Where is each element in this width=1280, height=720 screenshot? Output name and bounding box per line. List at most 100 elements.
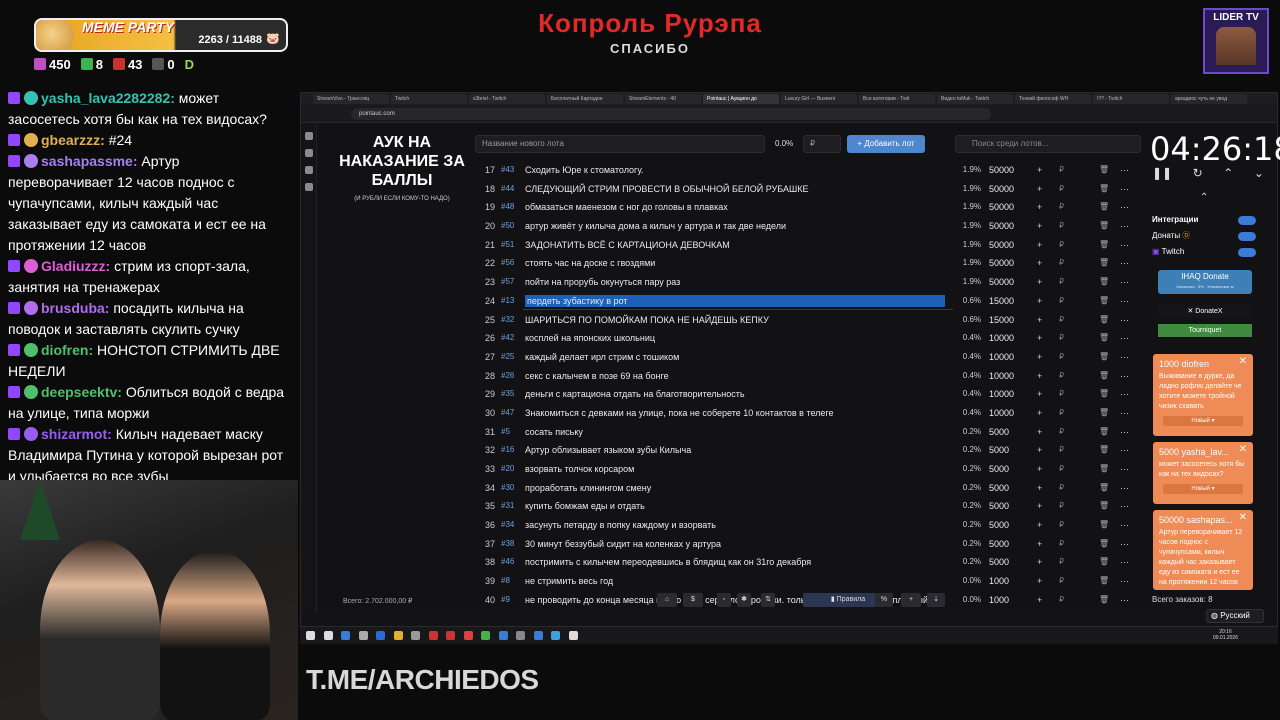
trash-icon[interactable]: 🗑	[1099, 423, 1109, 442]
plus-icon[interactable]: +	[1037, 497, 1042, 516]
lot-amount[interactable]: 5000	[989, 553, 1009, 572]
lot-search-input[interactable]: Поиск среди лотов...	[955, 135, 1141, 153]
browser-tab[interactable]: Luxury Girl — Buseeni	[781, 94, 857, 104]
lot-name-input[interactable]: пойти на прорубь окунуться пару раз	[525, 273, 945, 292]
lot-amount[interactable]: 5000	[989, 516, 1009, 535]
chat-username[interactable]: gbearzzz:	[41, 132, 105, 148]
browser-tab[interactable]: StreamElements - 40	[625, 94, 701, 104]
plus-icon[interactable]: +	[1037, 198, 1042, 217]
lot-amount[interactable]: 10000	[989, 348, 1014, 367]
more-icon[interactable]: ⋯	[1120, 348, 1129, 367]
lot-amount[interactable]: 10000	[989, 329, 1014, 348]
plus-icon[interactable]: +	[901, 593, 921, 607]
more-icon[interactable]: ⋯	[1120, 553, 1129, 572]
lot-name-input[interactable]: Артур облизывает языком зубы Килыча	[525, 441, 945, 460]
github-icon[interactable]: ⌂	[657, 593, 677, 607]
lot-row[interactable]: 24 #13 пердеть зубастику в рот 0.6% 15000 + ₽ 🗑…	[477, 292, 1143, 311]
collapse-icon[interactable]: ⌃	[1200, 192, 1208, 203]
trash-icon[interactable]: 🗑	[1099, 180, 1109, 199]
taskbar-app-icon[interactable]	[568, 631, 578, 640]
lot-amount[interactable]: 5000	[989, 497, 1009, 516]
plus-icon[interactable]: +	[1037, 236, 1042, 255]
lot-amount[interactable]: 10000	[989, 404, 1014, 423]
more-icon[interactable]: ⋯	[1120, 292, 1129, 311]
lot-name-input[interactable]: артур живёт у килыча дома а килыч у арту…	[525, 217, 945, 236]
save-icon[interactable]: ▫	[717, 593, 731, 607]
more-icon[interactable]: ⋯	[1120, 217, 1129, 236]
chat-username[interactable]: sashapassme:	[41, 153, 138, 169]
more-icon[interactable]: ⋯	[1120, 404, 1129, 423]
lot-row[interactable]: 37 #38 30 минут беззубый сидит на коленках…	[477, 535, 1143, 554]
lot-row[interactable]: 33 #20 взорвать толчок корсаром 0.2% 5000 + ₽ 🗑…	[477, 460, 1143, 479]
lot-amount[interactable]: 50000	[989, 161, 1014, 180]
lot-amount[interactable]: 5000	[989, 423, 1009, 442]
trash-icon[interactable]: 🗑	[1099, 404, 1109, 423]
trash-icon[interactable]: 🗑	[1099, 516, 1109, 535]
lot-name-input[interactable]: купить бомжам еды и отдать	[525, 497, 945, 516]
plus-icon[interactable]: +	[1037, 311, 1042, 330]
lot-row[interactable]: 17 #43 Сходить Юре к стоматологу. 1.9% 50000…	[477, 161, 1143, 180]
plus-icon[interactable]: +	[1037, 217, 1042, 236]
settings-icon[interactable]	[304, 149, 313, 157]
browser-tab[interactable]: Бесплатный Картадон	[547, 94, 623, 104]
more-icon[interactable]: ⋯	[1120, 180, 1129, 199]
lot-amount[interactable]: 50000	[989, 198, 1014, 217]
donation-card[interactable]: 5000 yasha_lav... ✕ может засосетесь хот…	[1153, 442, 1253, 504]
more-icon[interactable]: ⋯	[1120, 497, 1129, 516]
donation-card[interactable]: 50000 sashapas... ✕ Артур переворачивает…	[1153, 510, 1253, 590]
lot-row[interactable]: 19 #48 обмазаться маенезом с ног до головы…	[477, 198, 1143, 217]
browser-tab[interactable]: Все категории - Twit	[859, 94, 935, 104]
chat-username[interactable]: Gladiuzzz:	[41, 258, 110, 274]
plus-icon[interactable]: +	[1037, 254, 1042, 273]
lot-name-input[interactable]: стоять час на доске с гвоздями	[525, 254, 945, 273]
language-select[interactable]: ◍ Русский	[1206, 609, 1264, 623]
lot-name-input[interactable]: ШАРИТЬСЯ ПО ПОМОЙКАМ ПОКА НЕ НАЙДЕШЬ КЕП…	[525, 311, 945, 330]
trash-icon[interactable]: 🗑	[1099, 460, 1109, 479]
lot-amount[interactable]: 50000	[989, 273, 1014, 292]
lot-name-input[interactable]: взорвать толчок корсаром	[525, 460, 945, 479]
more-icon[interactable]: ⋯	[1120, 198, 1129, 217]
wheel-icon[interactable]: ✱	[737, 593, 751, 607]
trash-icon[interactable]: 🗑	[1099, 217, 1109, 236]
plus-icon[interactable]: +	[1037, 385, 1042, 404]
url-field[interactable]: pointauc.com	[351, 108, 991, 120]
taskbar-app-icon[interactable]	[463, 631, 473, 640]
lot-name-input[interactable]: косплей на японских школьниц	[525, 329, 945, 348]
lot-row[interactable]: 30 #47 Знакомиться с девками на улице, пок…	[477, 404, 1143, 423]
taskbar-app-icon[interactable]	[533, 631, 543, 640]
lot-amount[interactable]: 50000	[989, 217, 1014, 236]
integrations-toggle[interactable]: Интеграции	[1152, 212, 1258, 228]
pause-icon[interactable]: ❚❚	[1152, 166, 1172, 180]
lot-amount[interactable]: 10000	[989, 367, 1014, 386]
taskbar-app-icon[interactable]	[323, 631, 333, 640]
lot-name-input[interactable]: деньги с картациона отдать на благотвори…	[525, 385, 945, 404]
sidebar-icon[interactable]	[304, 132, 313, 140]
close-icon[interactable]: ✕	[1239, 357, 1247, 367]
lot-row[interactable]: 36 #34 засунуть петарду в попку каждому и …	[477, 516, 1143, 535]
lot-row[interactable]: 38 #46 постримить с килычем переодевшись в…	[477, 553, 1143, 572]
lot-name-input[interactable]: обмазаться маенезом с ног до головы в пл…	[525, 198, 945, 217]
taskbar-app-icon[interactable]	[446, 631, 455, 640]
trash-icon[interactable]: 🗑	[1099, 348, 1109, 367]
lot-row[interactable]: 39 #8 не стримить весь год 0.0% 1000 + ₽ 🗑 ⋯	[477, 572, 1143, 591]
lot-amount[interactable]: 50000	[989, 236, 1014, 255]
more-icon[interactable]: ⋯	[1120, 236, 1129, 255]
lot-row[interactable]: 31 #5 сосать письку 0.2% 5000 + ₽ 🗑 ⋯	[477, 423, 1143, 442]
decrease-icon[interactable]: ⌃	[1223, 166, 1233, 180]
lot-amount[interactable]: 5000	[989, 535, 1009, 554]
more-icon[interactable]: ⋯	[1120, 385, 1129, 404]
more-icon[interactable]: ⋯	[1120, 273, 1129, 292]
trash-icon[interactable]: 🗑	[1099, 572, 1109, 591]
lot-row[interactable]: 25 #32 ШАРИТЬСЯ ПО ПОМОЙКАМ ПОКА НЕ НАЙДЕШ…	[477, 311, 1143, 330]
more-icon[interactable]: ⋯	[1120, 591, 1129, 610]
plus-icon[interactable]: +	[1037, 329, 1042, 348]
plus-icon[interactable]: +	[1037, 516, 1042, 535]
plus-icon[interactable]: +	[1037, 460, 1042, 479]
browser-tab[interactable]: аркадиос чуть не увод	[1171, 94, 1247, 104]
trash-icon[interactable]: 🗑	[1099, 479, 1109, 498]
trash-icon[interactable]: 🗑	[1099, 236, 1109, 255]
sort-icon[interactable]: ⇣	[927, 593, 945, 607]
twitch-toggle[interactable]: ▣ Twitch	[1152, 244, 1258, 260]
lot-name-input[interactable]: не стримить весь год	[525, 572, 945, 591]
plus-icon[interactable]: +	[1037, 572, 1042, 591]
